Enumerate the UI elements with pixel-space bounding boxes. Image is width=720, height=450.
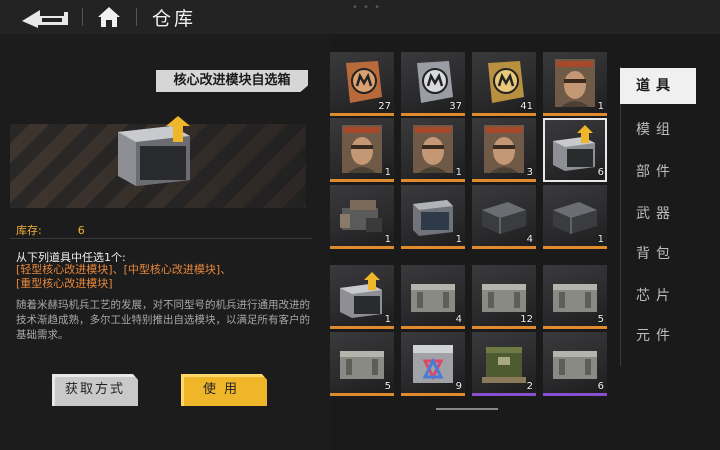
- back-arrow-icon[interactable]: [18, 6, 70, 28]
- dark-case-icon: [482, 202, 526, 234]
- tab-item[interactable]: 背包: [620, 236, 696, 272]
- option-list: [轻型核心改进模块]、[中型核心改进模块]、 [重型核心改进模块]: [16, 263, 232, 290]
- item-count: 2: [526, 381, 533, 392]
- detail-divider: [10, 238, 312, 239]
- inventory-item[interactable]: 12: [472, 265, 536, 329]
- page-title: 仓库: [152, 8, 197, 30]
- inventory-item[interactable]: 6: [543, 332, 607, 396]
- stock-row: 库存: 6: [16, 222, 85, 238]
- item-name: 核心改进模块自选箱: [156, 70, 308, 92]
- item-count: 3: [526, 167, 533, 178]
- item-count: 1: [455, 234, 462, 245]
- item-count: 1: [455, 167, 462, 178]
- item-count: 1: [384, 167, 391, 178]
- inventory-item[interactable]: 1: [330, 185, 394, 249]
- use-button[interactable]: 使用: [181, 374, 267, 406]
- item-count: 1: [384, 314, 391, 325]
- top-bar: 仓库 • • •: [0, 0, 720, 34]
- inventory-item[interactable]: 37: [401, 52, 465, 116]
- inventory-item[interactable]: 2: [472, 332, 536, 396]
- tab-item[interactable]: 武器: [620, 196, 696, 232]
- home-icon[interactable]: [96, 4, 122, 30]
- tab-item[interactable]: 芯片: [620, 278, 696, 314]
- supply-crate-icon: [411, 284, 455, 312]
- tab-item[interactable]: 部件: [620, 154, 696, 190]
- stock-value: 6: [77, 224, 85, 237]
- item-detail-panel: [0, 34, 330, 450]
- item-count: 27: [378, 101, 391, 112]
- item-count: 9: [455, 381, 462, 392]
- item-count: 6: [597, 167, 604, 178]
- item-count: 5: [597, 314, 604, 325]
- weapon-parts-crate-icon: [340, 200, 382, 232]
- item-count: 41: [520, 101, 533, 112]
- symbol-box-icon: [413, 345, 453, 383]
- top-divider: [82, 8, 83, 26]
- tab-item[interactable]: 模组: [620, 112, 696, 148]
- option-light-module: [轻型核心改进模块]: [16, 263, 113, 276]
- item-count: 6: [597, 381, 604, 392]
- item-count: 4: [526, 234, 533, 245]
- green-crate-icon: [482, 347, 526, 383]
- inventory-item[interactable]: 1: [401, 185, 465, 249]
- pull-down-handle[interactable]: • • •: [352, 2, 381, 13]
- inventory-item[interactable]: 5: [330, 332, 394, 396]
- item-count: 1: [384, 234, 391, 245]
- pilot-card-portrait-icon: [555, 59, 595, 107]
- inventory-item[interactable]: 1: [330, 265, 394, 329]
- item-count: 12: [520, 314, 533, 325]
- tab-item[interactable]: 元件: [620, 318, 696, 354]
- item-count: 1: [597, 234, 604, 245]
- inventory-item[interactable]: 1: [543, 185, 607, 249]
- option-medium-module: [中型核心改进模块]: [123, 263, 221, 276]
- supply-crate-icon: [340, 351, 384, 379]
- inventory-item[interactable]: 1: [401, 118, 465, 182]
- inventory-item[interactable]: 27: [330, 52, 394, 116]
- dark-case-icon: [553, 202, 597, 234]
- item-count: 4: [455, 314, 462, 325]
- inventory-item[interactable]: 41: [472, 52, 536, 116]
- inventory-item[interactable]: 5: [543, 265, 607, 329]
- inventory-item[interactable]: 6: [543, 118, 607, 182]
- supply-crate-icon: [553, 351, 597, 379]
- core-upgrade-box-icon: [340, 272, 382, 318]
- item-count: 1: [597, 101, 604, 112]
- item-count: 37: [449, 101, 462, 112]
- inventory-item[interactable]: 4: [472, 185, 536, 249]
- core-upgrade-box-icon: [118, 116, 190, 186]
- option-heavy-module: [重型核心改进模块]: [16, 277, 113, 290]
- steel-case-icon: [413, 200, 453, 236]
- item-description: 随着米赫玛机兵工艺的发展，对不同型号的机兵进行通用改进的技术渐趋成熟，多尔工业特…: [16, 299, 310, 341]
- top-divider: [136, 8, 137, 26]
- pilot-card-portrait-icon: [484, 125, 524, 173]
- supply-crate-icon: [553, 284, 597, 312]
- pilot-card-portrait-icon: [342, 125, 382, 173]
- pilot-card-portrait-icon: [413, 125, 453, 173]
- item-count: 5: [384, 381, 391, 392]
- get-method-button[interactable]: 获取方式: [52, 374, 138, 406]
- inventory-item[interactable]: 1: [330, 118, 394, 182]
- tab-item[interactable]: 道具: [620, 68, 696, 104]
- grid-scrollbar[interactable]: [436, 408, 498, 410]
- core-upgrade-box-icon: [553, 125, 595, 171]
- inventory-item[interactable]: 4: [401, 265, 465, 329]
- inventory-item[interactable]: 3: [472, 118, 536, 182]
- stock-label: 库存:: [16, 224, 42, 237]
- inventory-item[interactable]: 1: [543, 52, 607, 116]
- inventory-item[interactable]: 9: [401, 332, 465, 396]
